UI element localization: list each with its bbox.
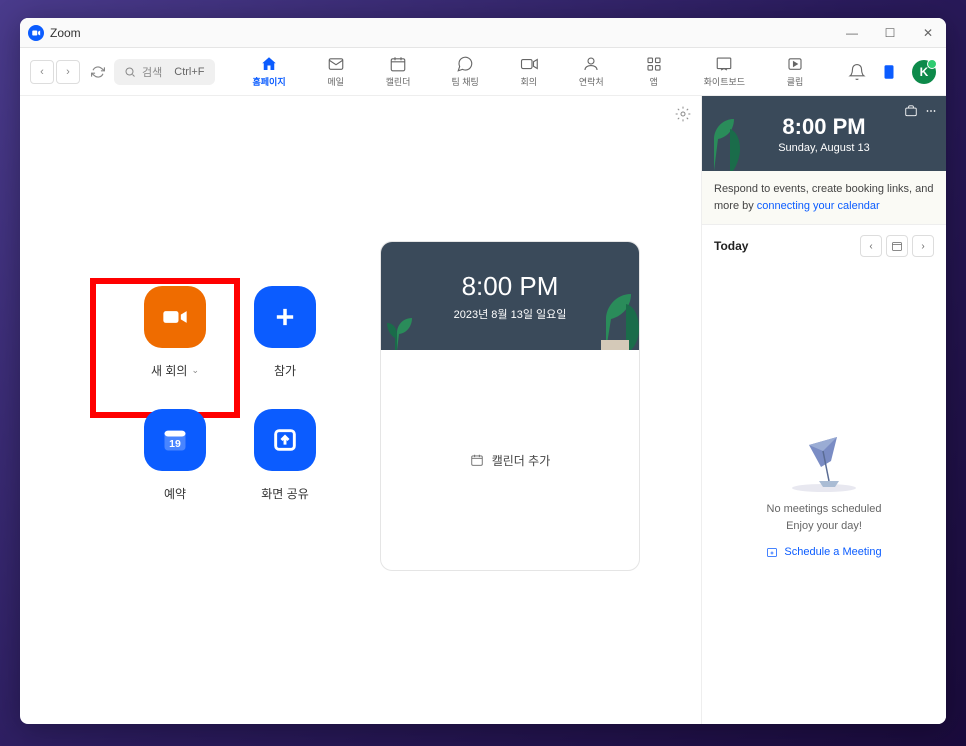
close-button[interactable]: ✕ — [918, 26, 938, 40]
app-window: Zoom — ☐ ✕ ‹ › 검색 Ctrl+F 홈페이지 메 — [20, 18, 946, 724]
join-action: 참가 — [230, 286, 340, 379]
svg-text:19: 19 — [169, 438, 181, 450]
share-action: 화면 공유 — [230, 409, 340, 502]
back-button[interactable]: ‹ — [30, 60, 54, 84]
nav-whiteboard[interactable]: 화이트보드 — [696, 53, 753, 90]
bell-icon[interactable] — [848, 63, 866, 81]
calendar-card: 8:00 PM 2023년 8월 13일 일요일 캘린더 추가 — [380, 241, 640, 571]
forward-button[interactable]: › — [56, 60, 80, 84]
search-icon — [124, 66, 136, 78]
zoom-logo-icon — [28, 25, 44, 41]
umbrella-illustration-icon — [789, 433, 859, 493]
sidebar: 8:00 PM Sunday, August 13 Respond to eve… — [701, 96, 946, 724]
search-shortcut: Ctrl+F — [174, 66, 204, 78]
sidebar-clock-time: 8:00 PM — [782, 114, 865, 140]
info-icon[interactable] — [880, 63, 898, 81]
arrow-up-icon — [271, 426, 299, 454]
action-grid: 새 회의 ⌄ 참가 19 예약 — [120, 286, 340, 502]
schedule-action: 19 예약 — [120, 409, 230, 502]
minimize-button[interactable]: — — [842, 26, 862, 40]
main-nav: 홈페이지 메일 캘린더 팀 채팅 회의 연락처 — [245, 53, 813, 90]
join-button[interactable] — [254, 286, 316, 348]
add-calendar-button[interactable]: 캘린더 추가 — [381, 350, 639, 570]
titlebar: Zoom — ☐ ✕ — [20, 18, 946, 48]
video-icon — [520, 55, 538, 73]
contacts-icon — [582, 55, 600, 73]
new-meeting-button[interactable] — [144, 286, 206, 348]
video-camera-icon — [161, 303, 189, 331]
nav-contacts[interactable]: 연락처 — [571, 53, 612, 90]
nav-calendar[interactable]: 캘린더 — [378, 53, 419, 90]
search-placeholder: 검색 — [142, 64, 162, 80]
nav-home[interactable]: 홈페이지 — [245, 53, 294, 90]
refresh-button[interactable] — [86, 60, 110, 84]
briefcase-icon[interactable] — [904, 104, 918, 118]
nav-chat[interactable]: 팀 채팅 — [443, 53, 486, 90]
whiteboard-icon — [715, 55, 733, 73]
apps-icon — [645, 55, 663, 73]
plant-decoration-icon — [702, 111, 740, 171]
nav-apps[interactable]: 앱 — [637, 53, 671, 90]
calendar-icon — [470, 453, 484, 467]
content: 새 회의 ⌄ 참가 19 예약 — [20, 96, 946, 724]
next-day-button[interactable]: › — [912, 235, 934, 257]
prev-day-button[interactable]: ‹ — [860, 235, 882, 257]
settings-button[interactable] — [675, 106, 691, 127]
calendar-plus-icon — [766, 546, 778, 558]
plus-icon — [271, 303, 299, 331]
main-area: 새 회의 ⌄ 참가 19 예약 — [20, 96, 701, 724]
plant-decoration-icon — [387, 308, 427, 350]
connect-calendar-link[interactable]: connecting your calendar — [757, 200, 880, 212]
nav-meetings[interactable]: 회의 — [512, 53, 546, 90]
plant-decoration-icon — [591, 284, 639, 350]
empty-state: No meetings scheduled Enjoy your day! Sc… — [702, 267, 946, 724]
sidebar-clock-date: Sunday, August 13 — [778, 142, 870, 154]
chevron-down-icon[interactable]: ⌄ — [191, 365, 199, 376]
share-button[interactable] — [254, 409, 316, 471]
clips-icon — [786, 55, 804, 73]
new-meeting-action: 새 회의 ⌄ — [120, 286, 230, 379]
card-clock-date: 2023년 8월 13일 일요일 — [454, 306, 567, 322]
nav-clips[interactable]: 클립 — [778, 53, 812, 90]
calendar-icon — [389, 55, 407, 73]
window-title: Zoom — [50, 26, 81, 40]
calendar-card-header: 8:00 PM 2023년 8월 13일 일요일 — [381, 242, 639, 350]
today-icon-button[interactable] — [886, 235, 908, 257]
schedule-meeting-link[interactable]: Schedule a Meeting — [766, 546, 881, 558]
sidebar-header: 8:00 PM Sunday, August 13 — [702, 96, 946, 171]
schedule-button[interactable]: 19 — [144, 409, 206, 471]
card-clock-time: 8:00 PM — [462, 271, 559, 302]
chat-icon — [456, 55, 474, 73]
gear-icon — [675, 106, 691, 122]
home-icon — [260, 55, 278, 73]
maximize-button[interactable]: ☐ — [880, 26, 900, 40]
toolbar: ‹ › 검색 Ctrl+F 홈페이지 메일 캘린더 — [20, 48, 946, 96]
more-icon[interactable] — [924, 104, 938, 118]
search-input[interactable]: 검색 Ctrl+F — [114, 59, 215, 85]
mail-icon — [327, 55, 345, 73]
calendar-day-icon: 19 — [161, 426, 189, 454]
user-avatar[interactable]: K — [912, 60, 936, 84]
today-label: Today — [714, 239, 748, 253]
sidebar-info: Respond to events, create booking links,… — [702, 171, 946, 225]
today-bar: Today ‹ › — [702, 225, 946, 267]
nav-mail[interactable]: 메일 — [319, 53, 353, 90]
